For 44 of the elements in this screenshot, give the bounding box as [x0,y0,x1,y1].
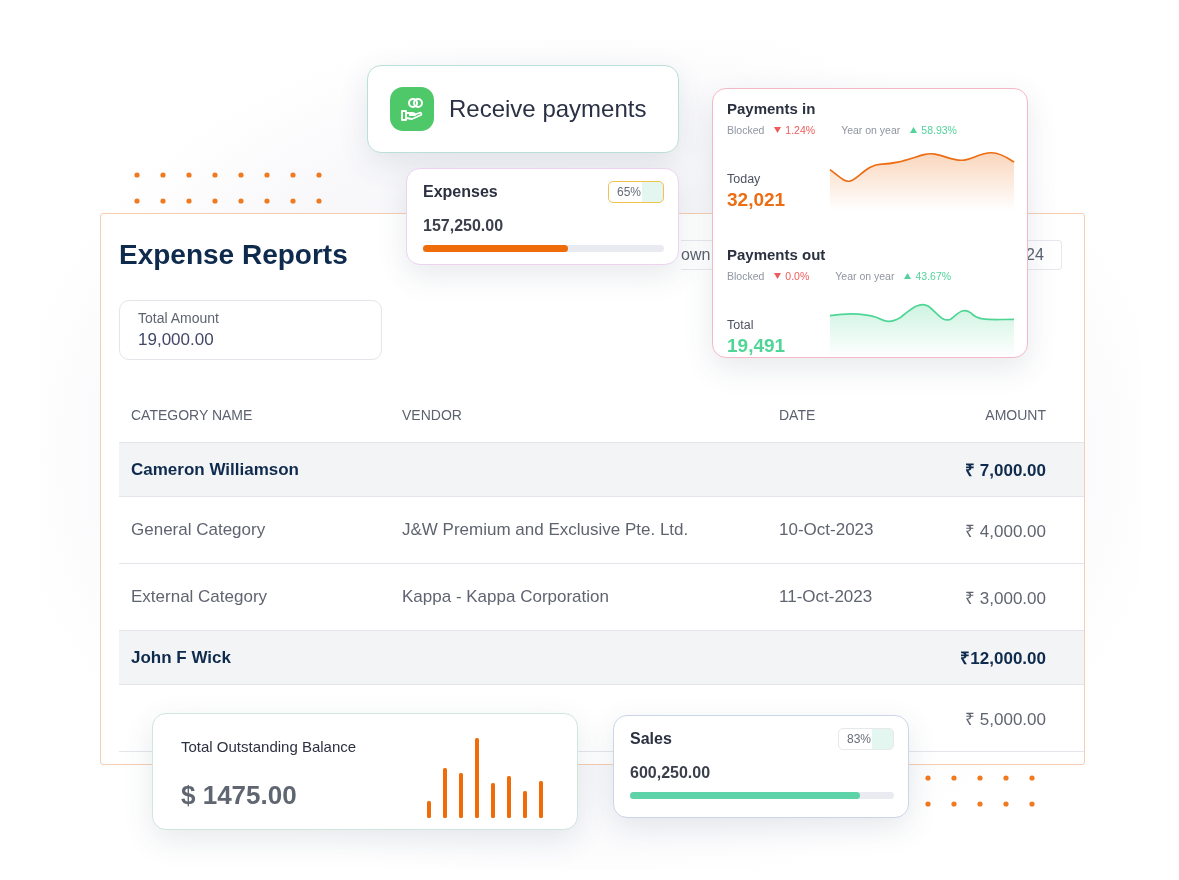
stat-value: 157,250.00 [423,217,505,235]
balance-value: $ 1475.00 [181,780,298,811]
column-header: AMOUNT [984,407,1047,423]
table-cell-text: Cameron Williamson [130,459,300,480]
blocked-label: Blocked [727,270,765,282]
total-amount-value: 19,000.00 [138,330,215,350]
report-title: Expense Reports [119,239,349,271]
stat-title: Sales [630,730,672,748]
stat-title: Expenses [423,183,498,201]
stat-value: 600,250.00 [630,764,712,782]
metric-value: 32,021 [727,189,787,211]
year-on-year-value: 58.93% [921,124,957,136]
percent-badge: 65% [608,181,664,203]
table-cell-text: ₹12,000.00 [959,648,1047,669]
receive-payments-label: Receive payments [449,95,647,123]
balance-title: Total Outstanding Balance [181,738,357,755]
column-header: VENDOR [401,407,463,423]
table-cell-text: External Category [130,587,269,607]
table-cell-text: ₹ 5,000.00 [964,708,1047,730]
year-on-year-label: Year on year [841,124,901,136]
year-on-year-label: Year on year [835,270,895,282]
column-header: CATEGORY NAME [130,407,254,423]
blocked-label: Blocked [727,124,765,136]
table-cell-text: ₹ 4,000.00 [964,520,1047,542]
table-cell-text: Kappa - Kappa Corporation [401,587,610,607]
blocked-value: 1.24% [785,124,816,136]
table-cell-text: General Category [130,520,267,540]
table-cell-text: 10-Oct-2023 [778,520,875,540]
hand-coins-icon [390,87,434,131]
table-cell-text: John F Wick [130,647,232,668]
table-cell-text: J&W Premium and Exclusive Pte. Ltd. [401,520,690,540]
metric-value: 19,491 [727,335,787,357]
metric-label: Today [727,172,762,186]
table-cell-text: ₹ 3,000.00 [964,587,1047,609]
metric-label: Total [727,318,755,332]
payments-title: Payments in [727,100,817,117]
payments-title: Payments out [727,246,827,263]
year-on-year-value: 43.67% [915,270,952,282]
percent-badge: 83% [838,728,894,750]
table-cell-text: 11-Oct-2023 [778,587,874,607]
table-cell-text: ₹ 7,000.00 [964,460,1047,481]
column-header: DATE [778,407,817,423]
total-amount-label: Total Amount [138,310,220,326]
blocked-value: 0.0% [785,270,810,282]
